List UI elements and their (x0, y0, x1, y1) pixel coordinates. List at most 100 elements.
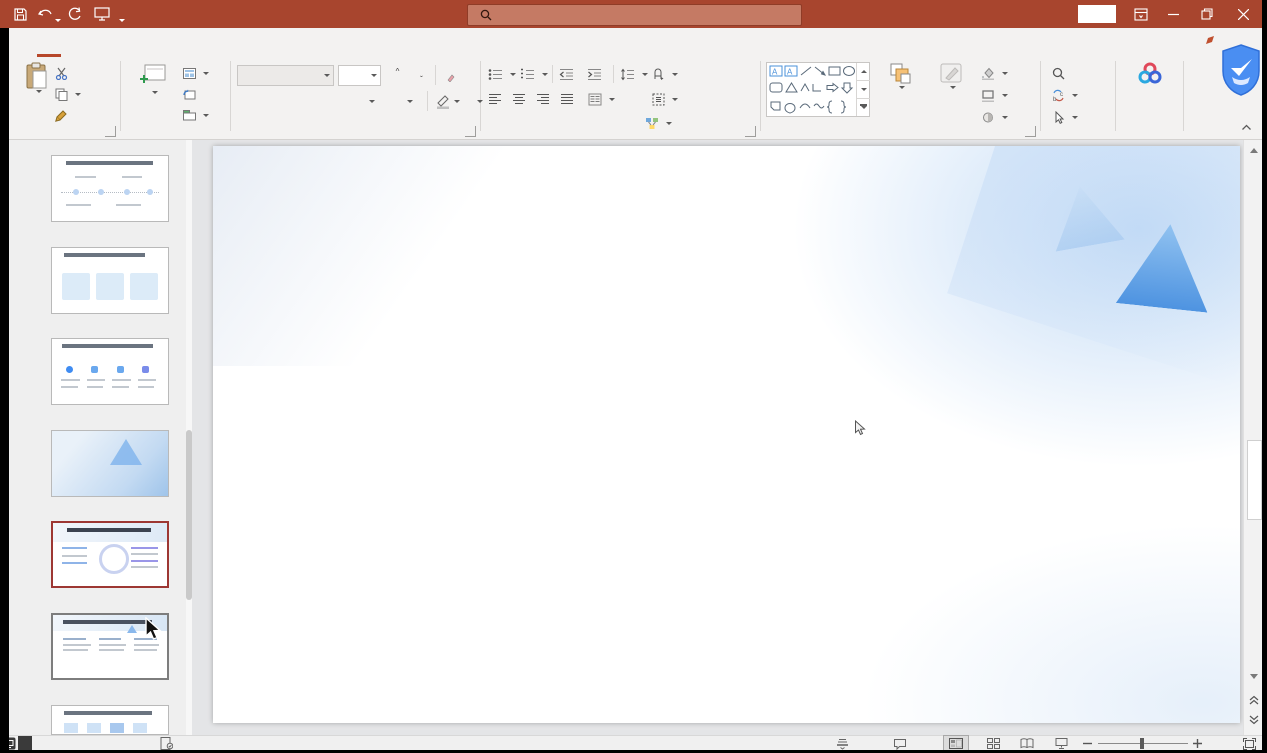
ribbon-display-options-icon[interactable] (1126, 0, 1156, 28)
notes-button[interactable] (836, 736, 853, 751)
quick-styles-button[interactable] (925, 62, 977, 89)
restore-button[interactable] (1192, 0, 1222, 28)
tab-view[interactable] (237, 31, 261, 57)
scrollbar-thumb[interactable] (1247, 440, 1262, 520)
text-shadow-button[interactable] (331, 91, 351, 111)
layout-button[interactable] (183, 64, 209, 83)
cut-button[interactable] (55, 64, 72, 83)
find-button[interactable] (1052, 64, 1069, 83)
decrease-font-size-button[interactable]: ˇ (411, 65, 431, 85)
normal-view-button[interactable] (944, 736, 968, 751)
copy-button[interactable] (55, 85, 81, 104)
save-to-baidu-netdisk-button[interactable] (1121, 62, 1179, 86)
zoom-in-icon[interactable] (1193, 736, 1202, 751)
italic-button[interactable] (267, 91, 287, 111)
new-slide-button[interactable] (126, 62, 180, 99)
justify-button[interactable] (560, 90, 578, 109)
close-button[interactable] (1228, 0, 1258, 28)
tab-file[interactable] (9, 31, 33, 57)
section-button[interactable] (183, 106, 209, 125)
replace-button[interactable]: bc (1052, 86, 1078, 105)
drawing-dialog-launcher-icon[interactable] (1025, 126, 1036, 137)
tab-foxit-pdf[interactable] (322, 31, 346, 57)
shape-fill-button[interactable] (981, 64, 1008, 83)
search-input[interactable] (467, 4, 802, 26)
tab-design[interactable] (94, 31, 118, 57)
numbering-button[interactable] (520, 65, 548, 84)
bold-button[interactable] (245, 91, 265, 111)
font-dialog-launcher-icon[interactable] (465, 126, 476, 137)
change-case-button[interactable] (393, 91, 423, 111)
text-direction-button[interactable] (652, 65, 678, 84)
align-left-button[interactable] (488, 90, 506, 109)
slide-sorter-view-button[interactable] (981, 736, 1005, 751)
fit-to-window-icon[interactable] (1243, 736, 1256, 751)
decrease-indent-button[interactable] (559, 65, 578, 84)
paste-button[interactable] (17, 62, 57, 93)
slide-area-scrollbar[interactable] (1243, 140, 1262, 735)
increase-font-size-button[interactable]: ^ (387, 65, 407, 85)
paragraph-dialog-launcher-icon[interactable] (745, 126, 756, 137)
zoom-out-icon[interactable] (1083, 736, 1092, 751)
shapes-scroll-down-icon[interactable] (857, 80, 870, 98)
minimize-button[interactable] (1158, 0, 1188, 28)
slide-thumbnail-9[interactable] (51, 338, 169, 405)
cycle-diagram[interactable] (565, 304, 885, 624)
shapes-more-icon[interactable] (857, 98, 870, 116)
previous-slide-icon[interactable] (1245, 692, 1262, 708)
slide-left-column[interactable] (238, 307, 575, 318)
align-center-button[interactable] (512, 90, 530, 109)
clear-formatting-button[interactable] (441, 65, 461, 85)
tab-record[interactable] (265, 31, 289, 57)
tab-home[interactable] (37, 28, 61, 57)
increase-indent-button[interactable] (587, 65, 606, 84)
format-painter-button[interactable] (55, 106, 72, 125)
tab-transitions[interactable] (123, 31, 147, 57)
slide-thumbnail-10[interactable] (51, 430, 169, 497)
slide-thumbnail-8[interactable] (51, 247, 169, 314)
font-size-combobox[interactable] (338, 65, 381, 86)
tab-review[interactable] (208, 31, 232, 57)
tab-animations[interactable] (151, 31, 175, 57)
slideshow-view-button[interactable] (1049, 736, 1073, 751)
columns-button[interactable] (588, 90, 615, 109)
highlight-color-button[interactable] (435, 91, 461, 111)
start-slideshow-icon[interactable] (90, 3, 114, 25)
underline-button[interactable] (289, 91, 309, 111)
clipboard-dialog-launcher-icon[interactable] (105, 126, 116, 137)
comments-button[interactable] (893, 736, 911, 751)
reset-button[interactable] (183, 85, 200, 104)
shapes-gallery[interactable]: A A (766, 62, 870, 117)
select-button[interactable] (1052, 108, 1078, 127)
scroll-down-icon[interactable] (1245, 668, 1262, 684)
login-button[interactable] (1078, 5, 1116, 23)
bullets-button[interactable] (488, 65, 516, 84)
strikethrough-button[interactable] (311, 91, 331, 111)
font-name-combobox[interactable] (237, 65, 334, 86)
next-slide-icon[interactable] (1245, 712, 1262, 728)
shape-outline-button[interactable] (981, 86, 1008, 105)
collapse-ribbon-icon[interactable] (1241, 123, 1252, 131)
baidu-netdisk-shield-icon[interactable] (1220, 44, 1262, 96)
align-right-button[interactable] (536, 90, 554, 109)
shape-effects-button[interactable] (981, 108, 1008, 127)
shapes-scroll-up-icon[interactable] (857, 63, 870, 80)
slide-right-column[interactable] (881, 325, 1196, 336)
align-text-button[interactable] (652, 90, 678, 109)
scroll-up-icon[interactable] (1245, 142, 1262, 158)
accessibility-checker-icon[interactable] (160, 736, 173, 751)
slide-thumbnail-13[interactable] (51, 705, 169, 735)
reading-view-button[interactable] (1015, 736, 1039, 751)
tab-slideshow[interactable] (180, 31, 204, 57)
character-spacing-button[interactable] (355, 91, 385, 111)
tab-baidu-netdisk[interactable] (350, 31, 374, 57)
arrange-button[interactable] (877, 62, 923, 89)
current-slide[interactable] (213, 146, 1240, 723)
tab-insert[interactable] (66, 31, 90, 57)
slide-thumbnail-7[interactable] (51, 155, 169, 222)
save-icon[interactable] (8, 3, 32, 25)
convert-to-smartart-button[interactable] (645, 114, 672, 133)
slide-thumbnail-11[interactable] (51, 521, 169, 588)
line-spacing-button[interactable] (620, 65, 648, 84)
tab-help[interactable] (294, 31, 318, 57)
